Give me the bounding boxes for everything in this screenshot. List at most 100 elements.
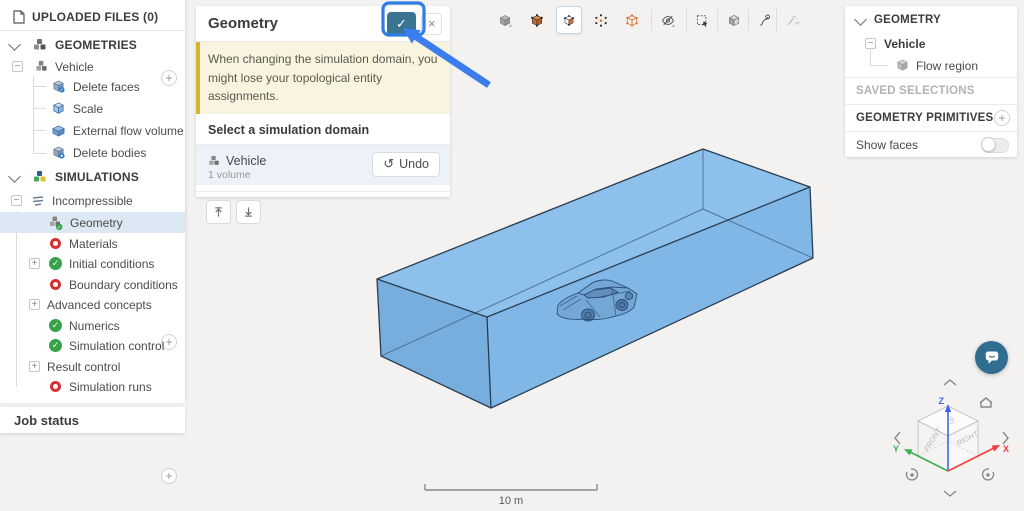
project-tree-sidebar: UPLOADED FILES (0) GEOMETRIES + Vehicle [0,0,185,484]
isolate-body-button[interactable] [721,6,747,34]
tree-item-delete-bodies[interactable]: Delete bodies [0,142,185,163]
support-chat-button[interactable] [975,341,1008,374]
select-faces-button[interactable] [556,6,582,34]
geometry-panel-header: Geometry ✓ × [196,6,450,42]
expand-icon[interactable] [29,361,40,372]
z-axis-label: Z [939,396,945,406]
saved-selections-row[interactable]: SAVED SELECTIONS [845,78,1017,104]
cube-edge-icon [626,13,638,27]
geometry-primitives-row[interactable]: GEOMETRY PRIMITIVES + [845,105,1017,131]
close-button[interactable]: × [421,12,442,35]
home-view-button[interactable] [979,397,993,408]
rotate-left-button[interactable] [894,431,901,445]
add-material-button[interactable]: + [161,468,177,484]
arrow-up-bar-icon [215,207,222,217]
chat-bubble-icon [985,351,999,364]
scale-label: Scale [73,101,104,116]
boundary-conditions-label: Boundary conditions [69,277,178,292]
rotate-down-button[interactable] [943,490,957,497]
domain-name: Vehicle [226,153,267,168]
warning-banner: When changing the simulation domain, you… [196,42,450,114]
move-down-button[interactable] [236,199,261,224]
tree-item-numerics[interactable]: Numerics [0,315,185,336]
tree-item-simulation-control[interactable]: Simulation control [0,335,185,356]
tree-item-vehicle[interactable]: Vehicle [0,56,185,77]
hide-selection-button[interactable] [655,6,681,34]
simulations-section[interactable]: SIMULATIONS + [0,166,185,350]
tree-item-boundary-conditions[interactable]: Boundary conditions + [0,274,185,295]
incompressible-icon [32,195,44,206]
scale-label: 10 m [499,495,523,507]
rotate-up-button[interactable] [943,379,957,386]
show-faces-row: Show faces [845,132,1017,158]
tree-item-initial-conditions[interactable]: Initial conditions [0,253,185,274]
select-edges-button[interactable] [619,6,645,34]
tree-item-materials[interactable]: Materials + [0,233,185,484]
probe-curve-icon [760,14,770,26]
roll-ccw-button[interactable] [905,468,919,481]
tree-item-delete-faces[interactable]: ✓ Delete faces [0,76,185,97]
simscale-workbench: 10 m AI UPLOADED FILES (0) GEOMETRIES + … [0,0,1024,511]
flow-region-row[interactable]: Flow region [845,48,1017,77]
show-faces-toggle[interactable] [981,136,1009,153]
numerics-label: Numerics [69,318,120,333]
box-select-button[interactable] [689,6,715,34]
confirm-button[interactable]: ✓ [387,11,416,36]
vehicle-label: Vehicle [884,36,926,51]
complete-status-icon [49,319,62,332]
ai-assistant-button[interactable]: AI [780,6,806,34]
cube-front-label[interactable]: FRONT [922,425,944,453]
external-flow-volume-label: External flow volume [73,123,184,138]
domain-detail: 1 volume [208,168,251,181]
cube-body-icon [531,13,543,27]
select-volumes-button[interactable] [492,6,518,34]
rotate-right-button[interactable] [1002,431,1009,445]
geometry-step-label: Geometry [70,215,123,230]
toolbar-divider [717,9,718,31]
move-up-button[interactable] [206,199,231,224]
tree-item-scale[interactable]: Scale [0,98,185,119]
orientation-cube-widget[interactable]: FRONT RIGHT Z UP Y X [880,368,1020,508]
svg-text:✓: ✓ [60,88,64,93]
tree-item-incompressible[interactable]: Incompressible [0,190,185,211]
roll-cw-button[interactable] [981,468,995,481]
result-control-label: Result control [47,359,121,374]
ai-wand-icon: AI [787,14,800,26]
geometry-header: GEOMETRY [874,13,941,26]
toolbar-divider [776,9,777,31]
domain-item-vehicle[interactable]: Vehicle 1 volume ↺ Undo [196,144,450,185]
chevron-down-icon[interactable] [8,170,21,183]
view-cube[interactable]: FRONT RIGHT [916,405,981,472]
cube-right-label[interactable]: RIGHT [955,429,981,448]
chevron-down-icon[interactable] [854,13,867,26]
geometries-section[interactable]: GEOMETRIES + [0,34,185,86]
advanced-concepts-label: Advanced concepts [47,297,152,312]
uploaded-files-header[interactable]: UPLOADED FILES (0) [0,6,185,27]
select-vertices-button[interactable] [588,6,614,34]
y-axis-label: Y [893,444,899,454]
tree-connector [870,48,871,65]
tree-item-external-flow-volume[interactable]: External flow volume [0,120,185,141]
job-status-bar[interactable]: Job status [0,407,185,433]
tree-item-advanced-concepts[interactable]: Advanced concepts [0,294,185,315]
collapse-icon[interactable] [12,61,23,72]
expand-icon[interactable] [29,299,40,310]
undo-button[interactable]: ↺ Undo [372,151,440,177]
incomplete-status-icon [50,381,61,392]
undo-label: Undo [399,157,429,172]
tree-item-result-control[interactable]: Result control [0,356,185,377]
add-primitive-button[interactable]: + [994,110,1010,126]
expand-icon[interactable] [29,258,40,269]
uploaded-files-label: UPLOADED FILES (0) [32,9,159,24]
chevron-down-icon[interactable] [8,38,21,51]
tree-item-geometry[interactable]: ✓ Geometry [0,212,185,233]
select-bodies-button[interactable] [524,6,550,34]
measure-button[interactable] [752,6,778,34]
geometry-header-row[interactable]: GEOMETRY [845,6,1017,33]
incompressible-label: Incompressible [52,193,133,208]
vehicle-model[interactable] [556,279,638,322]
marquee-cursor-icon [696,14,708,27]
collapse-icon[interactable] [11,195,22,206]
initial-conditions-label: Initial conditions [69,256,155,271]
tree-item-simulation-runs[interactable]: Simulation runs + [0,376,185,397]
